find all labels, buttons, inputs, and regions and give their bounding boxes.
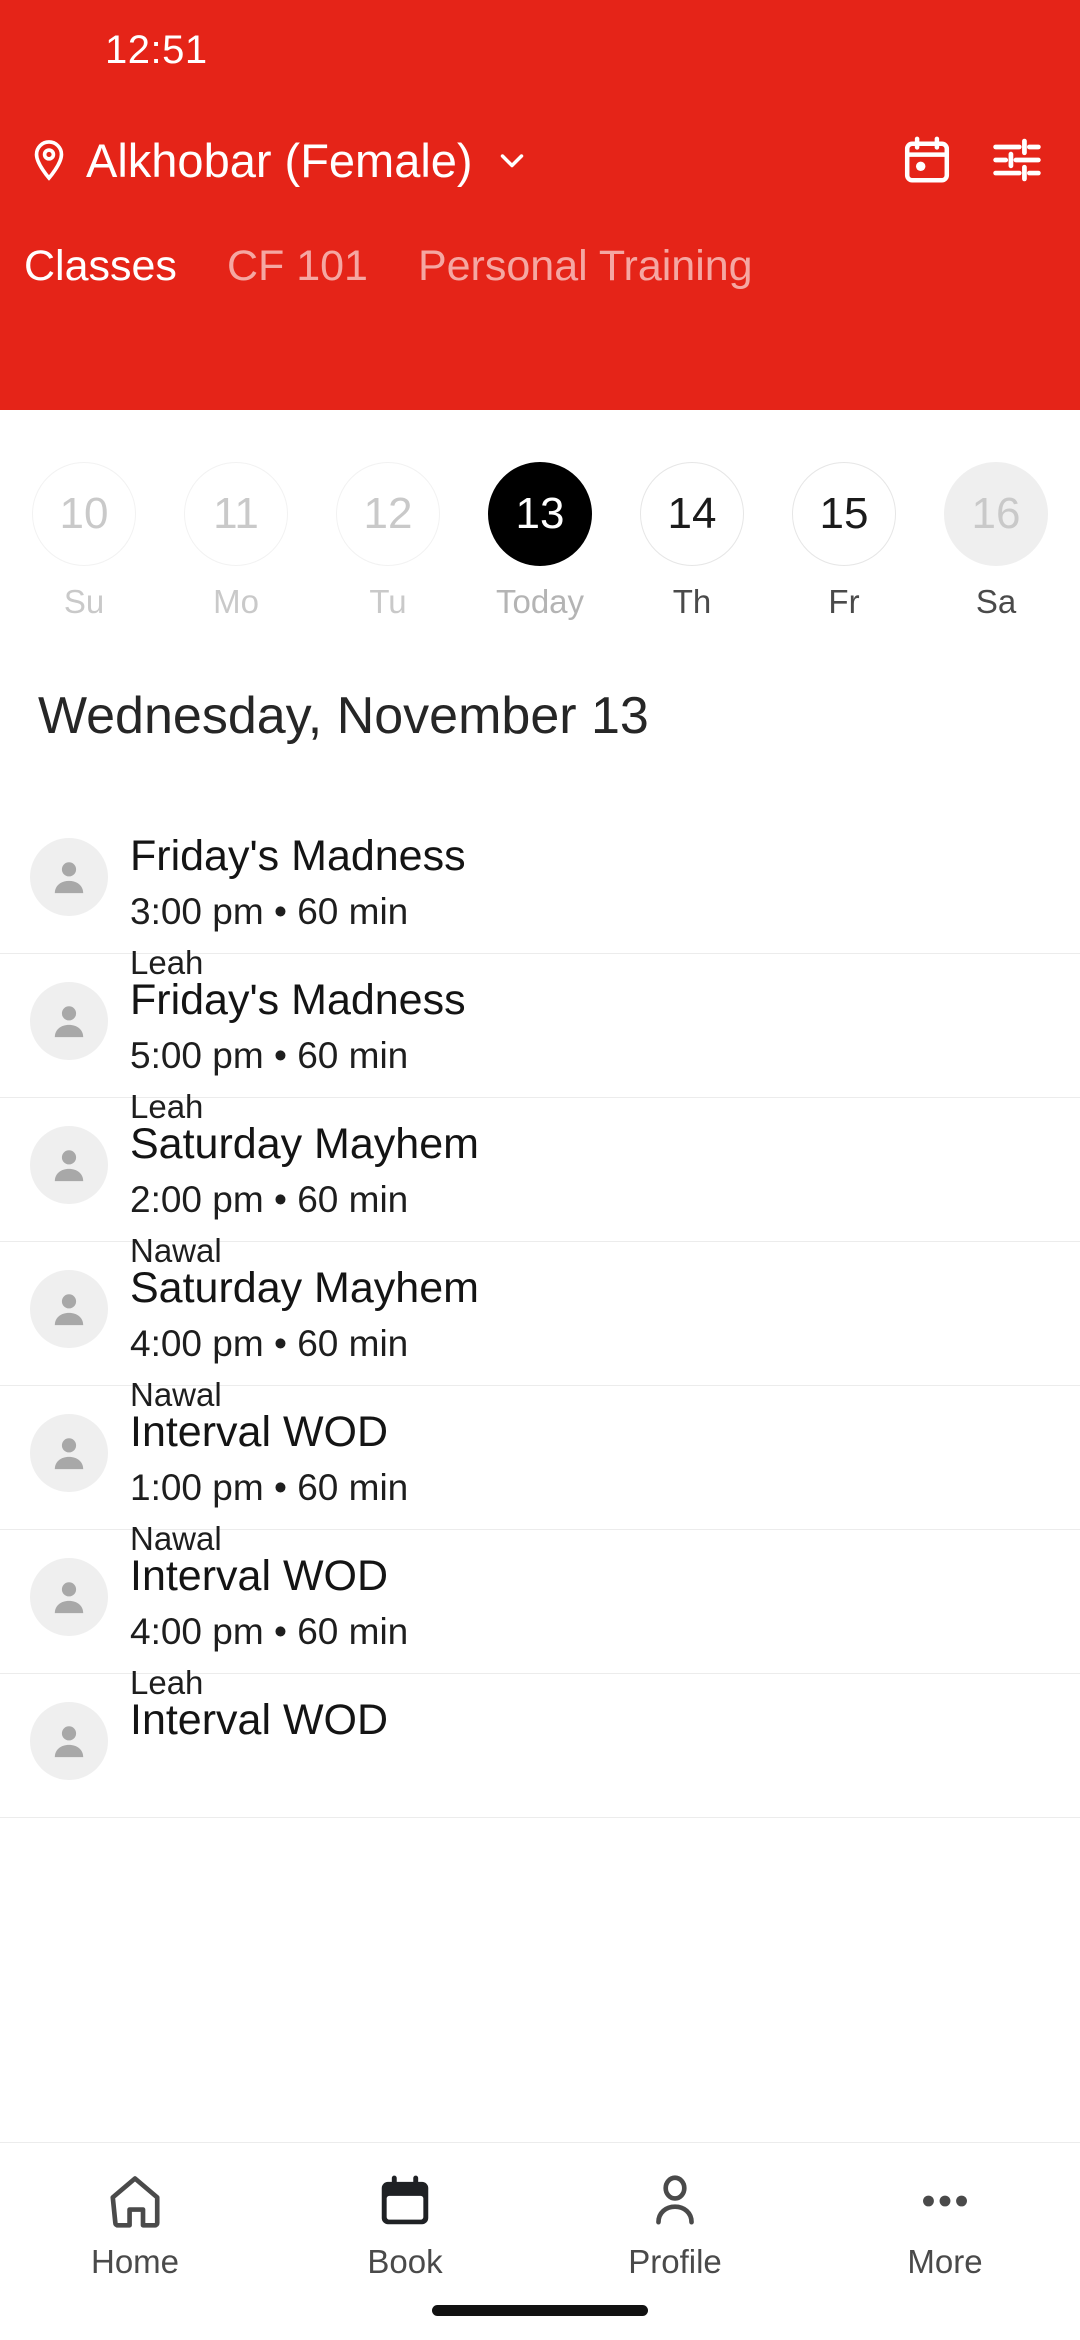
selected-date-heading: Wednesday, November 13 [38, 687, 649, 745]
class-title: Interval WOD [130, 1696, 389, 1744]
class-list-item[interactable]: Saturday Mayhem 4:00 pm • 60 min Nawal [0, 1242, 1080, 1413]
tab-classes[interactable]: Classes [24, 242, 203, 291]
avatar [30, 1126, 108, 1204]
date-strip: 10 Su 11 Mo 12 Tu 13 Today 14 Th 15 Fr 1… [0, 410, 1080, 680]
class-time-duration: 4:00 pm • 60 min [130, 1323, 409, 1365]
class-info: Interval WOD [130, 1696, 1050, 1756]
avatar [30, 982, 108, 1060]
date-chip-10[interactable]: 10 Su [8, 410, 160, 621]
date-chip-16[interactable]: 16 Sa [920, 410, 1072, 621]
location-row: Alkhobar (Female) [0, 100, 1080, 220]
calendar-icon[interactable] [900, 133, 954, 187]
class-title: Interval WOD [130, 1408, 389, 1456]
date-chip-weekday: Fr [828, 583, 860, 620]
class-time-duration: 1:00 pm • 60 min [130, 1467, 409, 1509]
header-tabs: Classes CF 101 Personal Training [0, 220, 1080, 291]
class-list-item[interactable]: Saturday Mayhem 2:00 pm • 60 min Nawal [0, 1098, 1080, 1269]
nav-item-label: More [907, 2243, 983, 2280]
avatar [30, 1558, 108, 1636]
date-chip-weekday: Today [495, 583, 585, 620]
status-bar-clock: 12:51 [105, 27, 208, 72]
header-actions [900, 133, 1044, 187]
nav-item-label: Home [90, 2243, 180, 2280]
class-time-duration: 2:00 pm • 60 min [130, 1179, 409, 1221]
status-bar: 12:51 [0, 0, 1080, 100]
date-chip-number: 14 [640, 462, 744, 566]
calendar-icon [374, 2165, 436, 2237]
date-chip-14[interactable]: 14 Th [616, 410, 768, 621]
class-title: Saturday Mayhem [130, 1264, 479, 1312]
app-screen: 12:51 Alkhobar (Female) Classes CF 101 P… [0, 0, 1080, 2340]
class-list-item[interactable]: Interval WOD [0, 1674, 1080, 1818]
nav-item-label: Profile [628, 2243, 722, 2280]
date-chip-weekday: Th [672, 583, 712, 620]
class-time-duration: 5:00 pm • 60 min [130, 1035, 409, 1077]
class-time-duration: 4:00 pm • 60 min [130, 1611, 409, 1653]
date-chip-number: 16 [944, 462, 1048, 566]
date-chip-number: 13 [488, 462, 592, 566]
chevron-down-icon[interactable] [493, 141, 531, 179]
date-chip-weekday: Sa [975, 583, 1017, 620]
app-header: 12:51 Alkhobar (Female) Classes CF 101 P… [0, 0, 1080, 410]
home-icon [104, 2165, 166, 2237]
date-chip-15[interactable]: 15 Fr [768, 410, 920, 621]
more-dots-icon [914, 2165, 976, 2237]
class-title: Saturday Mayhem [130, 1120, 479, 1168]
date-chip-weekday: Tu [369, 583, 407, 620]
date-chip-12[interactable]: 12 Tu [312, 410, 464, 621]
nav-item-book[interactable]: Book [270, 2165, 540, 2281]
person-icon [644, 2165, 706, 2237]
nav-item-more[interactable]: More [810, 2165, 1080, 2281]
bottom-navigation: Home Book Profile More [0, 2142, 1080, 2340]
nav-item-profile[interactable]: Profile [540, 2165, 810, 2281]
class-list[interactable]: Friday's Madness 3:00 pm • 60 min Leah F… [0, 810, 1080, 2142]
tab-personal-training[interactable]: Personal Training [394, 242, 779, 291]
class-list-item[interactable]: Friday's Madness 5:00 pm • 60 min Leah [0, 954, 1080, 1125]
class-title: Friday's Madness [130, 976, 466, 1024]
location-name: Alkhobar (Female) [86, 133, 473, 187]
date-chip-13-today[interactable]: 13 Today [464, 410, 616, 621]
filter-sliders-icon[interactable] [990, 133, 1044, 187]
nav-item-home[interactable]: Home [0, 2165, 270, 2281]
location-pin-icon [26, 137, 72, 183]
location-selector[interactable]: Alkhobar (Female) [26, 133, 900, 188]
class-list-item[interactable]: Interval WOD 1:00 pm • 60 min Nawal [0, 1386, 1080, 1557]
date-chip-number: 12 [336, 462, 440, 566]
gesture-home-indicator [432, 2305, 648, 2316]
date-chip-weekday: Su [63, 583, 105, 620]
avatar [30, 1270, 108, 1348]
class-title: Friday's Madness [130, 832, 466, 880]
class-time-duration: 3:00 pm • 60 min [130, 891, 409, 933]
tab-cf-101[interactable]: CF 101 [203, 242, 394, 291]
date-chip-number: 11 [184, 462, 288, 566]
class-list-item[interactable]: Interval WOD 4:00 pm • 60 min Leah [0, 1530, 1080, 1701]
class-title: Interval WOD [130, 1552, 389, 1600]
date-chip-weekday: Mo [213, 583, 259, 620]
avatar [30, 1702, 108, 1780]
avatar [30, 1414, 108, 1492]
date-chip-number: 10 [32, 462, 136, 566]
nav-item-label: Book [367, 2243, 443, 2280]
date-chip-11[interactable]: 11 Mo [160, 410, 312, 621]
date-chip-number: 15 [792, 462, 896, 566]
avatar [30, 838, 108, 916]
class-list-item[interactable]: Friday's Madness 3:00 pm • 60 min Leah [0, 810, 1080, 981]
